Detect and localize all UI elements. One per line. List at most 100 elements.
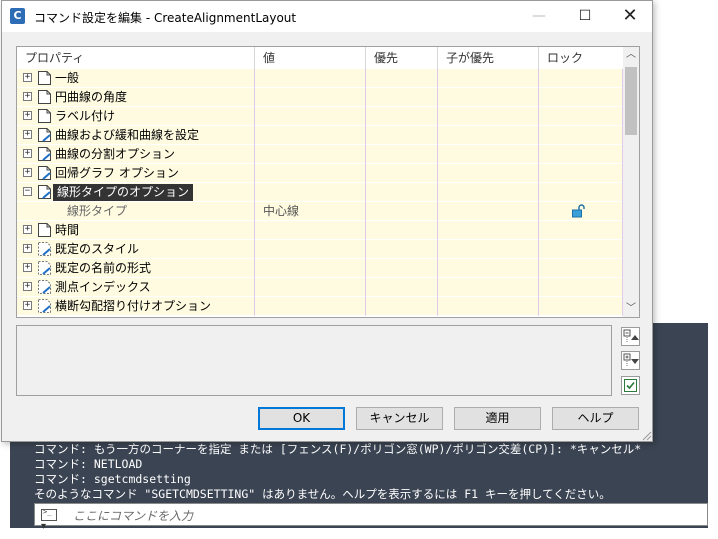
- header-value[interactable]: 値: [255, 47, 366, 69]
- grid-cell[interactable]: 中心線: [255, 202, 366, 221]
- grid-cell[interactable]: [366, 297, 438, 316]
- grid-row[interactable]: + 横断勾配摺り付けオプション: [17, 297, 623, 316]
- grid-row[interactable]: + ラベル付け: [17, 107, 623, 126]
- grid-cell[interactable]: + 曲線の分割オプション: [17, 145, 255, 164]
- grid-cell[interactable]: [539, 145, 623, 164]
- grid-row[interactable]: − 線形タイプのオプション: [17, 183, 623, 202]
- toggle-check-button[interactable]: [621, 376, 640, 395]
- expand-icon[interactable]: +: [23, 149, 32, 158]
- grid-cell[interactable]: [366, 164, 438, 183]
- cancel-button[interactable]: キャンセル: [356, 407, 443, 430]
- grid-cell[interactable]: [539, 240, 623, 259]
- grid-cell[interactable]: [366, 88, 438, 107]
- grid-row[interactable]: + 既定の名前の形式: [17, 259, 623, 278]
- grid-cell[interactable]: [438, 126, 539, 145]
- scroll-down-icon[interactable]: ﹀: [623, 301, 639, 317]
- grid-cell[interactable]: [539, 126, 623, 145]
- grid-cell[interactable]: + 時間: [17, 221, 255, 240]
- grid-cell[interactable]: [255, 164, 366, 183]
- maximize-button[interactable]: ☐: [562, 1, 608, 32]
- close-button[interactable]: ✕: [607, 1, 653, 32]
- minimize-button[interactable]: —: [516, 1, 562, 32]
- command-prompt-icon[interactable]: ▾: [41, 508, 65, 532]
- grid-row[interactable]: + 円曲線の角度: [17, 88, 623, 107]
- grid-cell[interactable]: [438, 259, 539, 278]
- grid-cell[interactable]: [438, 69, 539, 88]
- grid-cell[interactable]: [438, 278, 539, 297]
- collapse-all-button[interactable]: [621, 327, 640, 346]
- grid-cell[interactable]: + ラベル付け: [17, 107, 255, 126]
- grid-cell[interactable]: [366, 202, 438, 221]
- grid-cell[interactable]: + 一般: [17, 69, 255, 88]
- resize-grip-icon[interactable]: [640, 429, 652, 441]
- expand-icon[interactable]: +: [23, 168, 32, 177]
- grid-cell[interactable]: [255, 88, 366, 107]
- grid-cell[interactable]: + 測点インデックス: [17, 278, 255, 297]
- grid-cell[interactable]: [366, 145, 438, 164]
- expand-icon[interactable]: +: [23, 244, 32, 253]
- grid-cell[interactable]: [539, 183, 623, 202]
- expand-icon[interactable]: +: [23, 263, 32, 272]
- property-value[interactable]: 中心線: [263, 203, 299, 220]
- apply-button[interactable]: 適用: [454, 407, 541, 430]
- ok-button[interactable]: OK: [258, 407, 345, 430]
- grid-cell[interactable]: [255, 278, 366, 297]
- grid-cell[interactable]: + 横断勾配摺り付けオプション: [17, 297, 255, 316]
- collapse-icon[interactable]: −: [23, 187, 32, 196]
- grid-cell[interactable]: [366, 259, 438, 278]
- grid-cell[interactable]: [366, 183, 438, 202]
- grid-cell[interactable]: [438, 202, 539, 221]
- expand-icon[interactable]: +: [23, 73, 32, 82]
- grid-cell[interactable]: [366, 107, 438, 126]
- grid-cell[interactable]: + 回帰グラフ オプション: [17, 164, 255, 183]
- grid-cell[interactable]: [255, 259, 366, 278]
- header-lock[interactable]: ロック: [539, 47, 623, 69]
- grid-cell[interactable]: [438, 297, 539, 316]
- vertical-scrollbar[interactable]: ︿ ﹀: [623, 47, 639, 317]
- grid-cell[interactable]: [255, 126, 366, 145]
- grid-cell[interactable]: [366, 69, 438, 88]
- grid-cell[interactable]: [438, 145, 539, 164]
- grid-cell[interactable]: 線形タイプ: [17, 202, 255, 221]
- command-input[interactable]: ▾ ここにコマンドを入力: [34, 503, 708, 532]
- expand-icon[interactable]: +: [23, 130, 32, 139]
- grid-cell[interactable]: − 線形タイプのオプション: [17, 183, 255, 202]
- grid-sub-row[interactable]: 線形タイプ 中心線: [17, 202, 623, 221]
- scrollbar-thumb[interactable]: [625, 67, 637, 135]
- expand-icon[interactable]: +: [23, 301, 32, 310]
- grid-cell[interactable]: [539, 259, 623, 278]
- grid-row[interactable]: + 回帰グラフ オプション: [17, 164, 623, 183]
- grid-cell[interactable]: [366, 126, 438, 145]
- grid-cell[interactable]: [539, 297, 623, 316]
- grid-cell[interactable]: + 円曲線の角度: [17, 88, 255, 107]
- grid-cell[interactable]: [438, 164, 539, 183]
- grid-cell[interactable]: [438, 240, 539, 259]
- grid-cell[interactable]: + 曲線および緩和曲線を設定: [17, 126, 255, 145]
- expand-all-button[interactable]: [621, 351, 640, 370]
- grid-row[interactable]: + 曲線の分割オプション: [17, 145, 623, 164]
- grid-cell[interactable]: [366, 240, 438, 259]
- grid-cell[interactable]: [539, 164, 623, 183]
- grid-cell[interactable]: [539, 69, 623, 88]
- expand-icon[interactable]: +: [23, 282, 32, 291]
- grid-cell[interactable]: [539, 221, 623, 240]
- grid-cell[interactable]: + 既定の名前の形式: [17, 259, 255, 278]
- grid-cell[interactable]: [255, 221, 366, 240]
- grid-cell[interactable]: [438, 221, 539, 240]
- grid-cell[interactable]: [539, 202, 623, 221]
- grid-row[interactable]: + 既定のスタイル: [17, 240, 623, 259]
- grid-row[interactable]: + 測点インデックス: [17, 278, 623, 297]
- grid-cell[interactable]: [438, 183, 539, 202]
- grid-cell[interactable]: [255, 69, 366, 88]
- grid-cell[interactable]: [366, 278, 438, 297]
- grid-cell[interactable]: [539, 278, 623, 297]
- expand-icon[interactable]: +: [23, 225, 32, 234]
- help-button[interactable]: ヘルプ: [552, 407, 639, 430]
- header-property[interactable]: プロパティ: [17, 47, 255, 69]
- grid-cell[interactable]: [366, 221, 438, 240]
- header-override[interactable]: 優先: [366, 47, 438, 69]
- grid-cell[interactable]: [539, 107, 623, 126]
- expand-icon[interactable]: +: [23, 111, 32, 120]
- scroll-up-icon[interactable]: ︿: [623, 47, 639, 63]
- grid-cell[interactable]: [438, 107, 539, 126]
